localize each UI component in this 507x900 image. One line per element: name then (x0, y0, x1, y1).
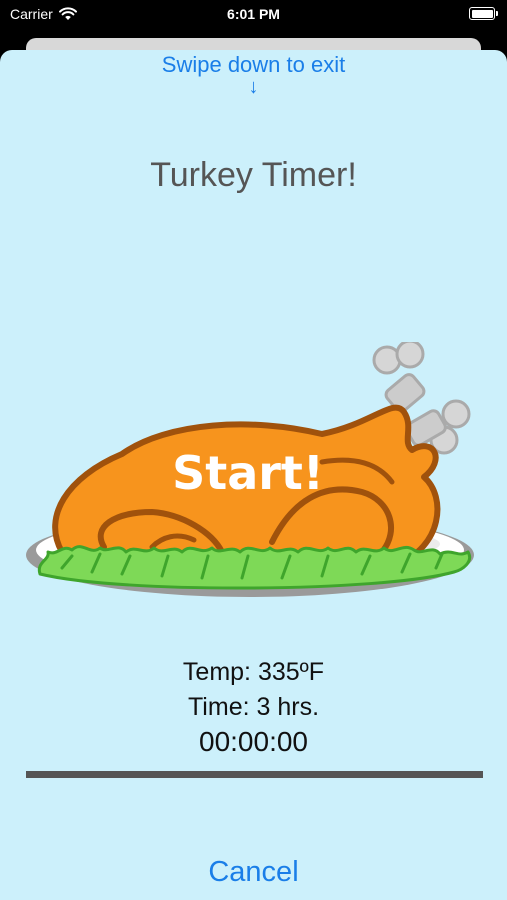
battery-fill (471, 9, 493, 18)
status-bar: Carrier 6:01 PM (0, 0, 507, 30)
progress-fill (26, 771, 483, 778)
page-title: Turkey Timer! (150, 156, 357, 194)
temperature-label: Temp: 335ºF (182, 658, 325, 686)
elapsed-timer: 00:00:00 (199, 726, 308, 757)
turkey-timer-sheet[interactable]: Swipe down to exit ↓ Turkey Timer! Start… (0, 50, 507, 900)
cancel-button[interactable]: Cancel (0, 856, 507, 889)
start-label: Start! (172, 446, 324, 500)
swipe-hint: Swipe down to exit (161, 52, 346, 77)
start-button[interactable]: Start! (22, 342, 484, 602)
cook-time-label: Time: 3 hrs. (187, 693, 320, 721)
progress-bar (26, 771, 483, 778)
status-time: 6:01 PM (227, 6, 280, 22)
battery-icon (469, 7, 498, 20)
down-arrow-icon: ↓ (248, 76, 259, 98)
